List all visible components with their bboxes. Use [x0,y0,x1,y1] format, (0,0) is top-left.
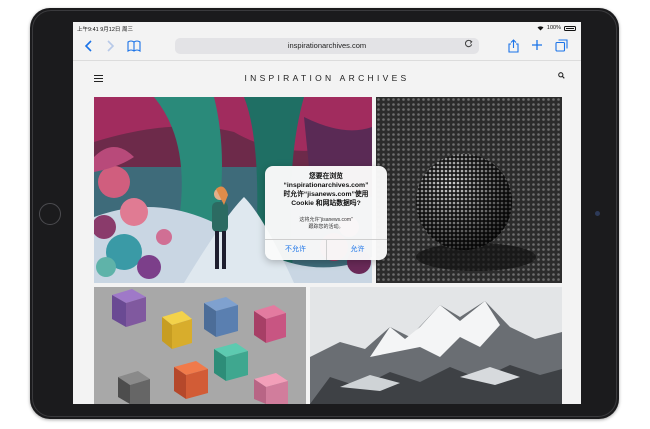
deny-button[interactable]: 不允许 [265,244,326,254]
home-button[interactable] [39,203,61,225]
reload-icon[interactable] [464,39,473,51]
search-icon[interactable] [558,71,565,81]
site-header: INSPIRATION ARCHIVES [73,61,581,97]
browser-toolbar: inspirationarchives.com [73,34,581,61]
status-bar: 上午9:41 9月12日 周三 100% [73,22,581,34]
url-text: inspirationarchives.com [287,41,367,50]
dialog-title: 您要在浏览 “inspirationarchives.com” 时允许“jisa… [283,173,369,207]
cookie-permission-dialog: 您要在浏览 “inspirationarchives.com” 时允许“jisa… [265,166,387,260]
front-camera [595,211,600,216]
forward-chevron-right-icon[interactable] [106,40,115,55]
dotted-sphere-image[interactable] [376,97,562,283]
screen: 上午9:41 9月12日 周三 100% inspirationarchives… [73,22,581,404]
battery-percent: 100% [546,25,561,31]
bookmarks-book-icon[interactable] [127,40,141,55]
colored-cubes-image[interactable] [94,287,306,404]
tabs-icon[interactable] [555,39,568,55]
snowy-mountains-image[interactable] [310,287,562,404]
wifi-icon [537,25,544,30]
new-tab-plus-icon[interactable] [531,39,543,54]
back-chevron-left-icon[interactable] [84,40,93,55]
battery-icon [564,25,576,31]
share-icon[interactable] [508,39,519,56]
status-right: 100% [537,25,576,31]
address-bar[interactable]: inspirationarchives.com [175,38,479,54]
allow-button[interactable]: 允许 [327,244,388,254]
status-time-date: 上午9:41 9月12日 周三 [77,27,133,33]
site-title: INSPIRATION ARCHIVES [244,73,410,83]
dialog-message: 这将允许“jisanews.com” 跟踪您的活动。 [299,217,353,230]
